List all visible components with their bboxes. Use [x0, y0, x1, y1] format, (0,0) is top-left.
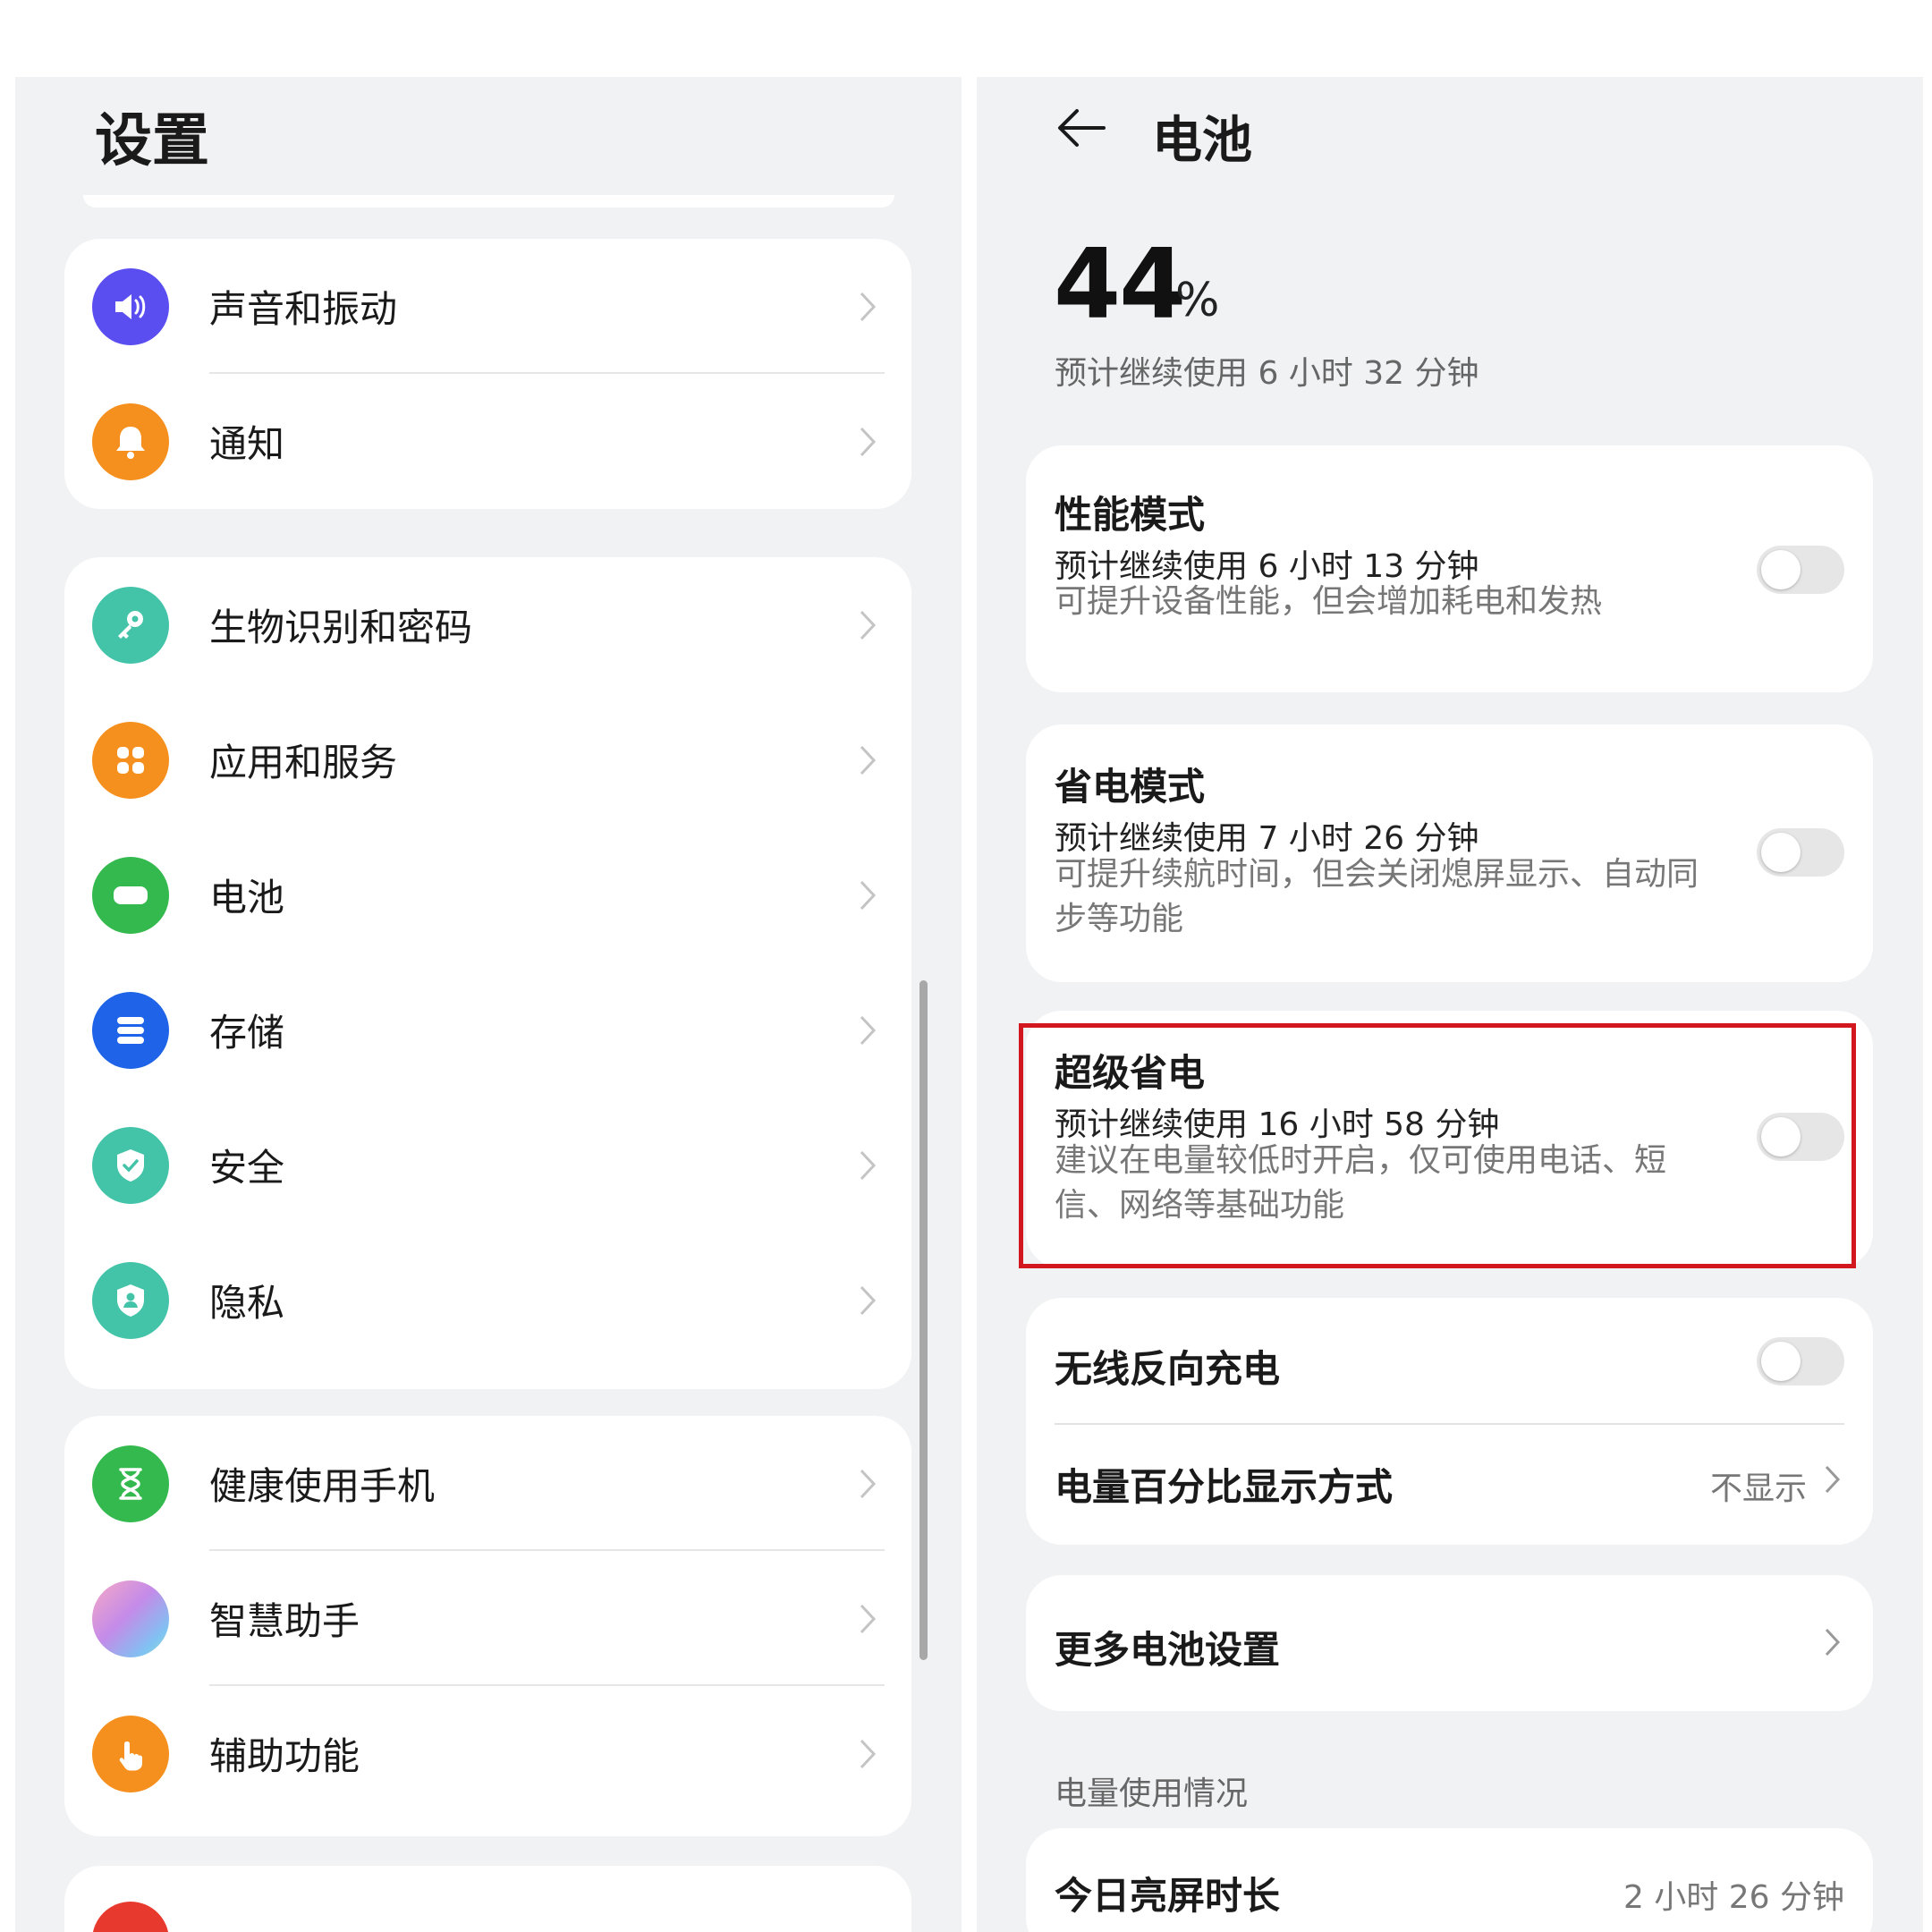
- reverse-charging-toggle[interactable]: [1757, 1337, 1844, 1385]
- settings-item-notifications[interactable]: 通知: [64, 374, 911, 509]
- settings-item-privacy[interactable]: 隐私: [64, 1233, 911, 1368]
- chevron-right-icon: [860, 1285, 877, 1316]
- ultra-saving-toggle[interactable]: [1757, 1113, 1844, 1161]
- percentage-display-value: 不显示: [1709, 1470, 1807, 1507]
- settings-item-label: 声音和振动: [209, 287, 398, 331]
- chevron-right-icon: [860, 292, 877, 322]
- settings-item-label: 通知: [209, 422, 285, 466]
- performance-mode-desc: 可提升设备性能，但会增加耗电和发热: [1055, 583, 1603, 620]
- chevron-right-icon: [860, 610, 877, 640]
- power-saving-desc: 可提升续航时间，但会关闭熄屏显示、自动同步等功能: [1055, 856, 1699, 937]
- ultra-saving-desc: 建议在电量较低时开启，仅可使用电话、短信、网络等基础功能: [1055, 1142, 1667, 1224]
- toggle-knob: [1761, 833, 1801, 872]
- shield-person-icon: [92, 1262, 169, 1339]
- page-title: 设置: [95, 108, 209, 174]
- charging-display-card: 无线反向充电 电量百分比显示方式 不显示: [1026, 1298, 1873, 1545]
- settings-item-digital-balance[interactable]: 健康使用手机: [64, 1416, 911, 1551]
- chevron-right-icon: [860, 1150, 877, 1181]
- settings-item-label: 应用和服务: [209, 741, 398, 784]
- next-item-icon: [92, 1902, 169, 1932]
- back-arrow-icon[interactable]: [1055, 102, 1107, 154]
- ultra-saving-title: 超级省电: [1055, 1051, 1206, 1095]
- toggle-knob: [1761, 1342, 1801, 1381]
- performance-mode-toggle[interactable]: [1757, 546, 1844, 594]
- hand-icon: [92, 1716, 169, 1792]
- toggle-knob: [1761, 550, 1801, 589]
- shield-check-icon: [92, 1127, 169, 1204]
- settings-group-2: 生物识别和密码 应用和服务 电池 存储 安全 隐私: [64, 557, 911, 1389]
- storage-icon: [92, 992, 169, 1069]
- settings-item-apps[interactable]: 应用和服务: [64, 692, 911, 827]
- chevron-right-icon: [860, 1604, 877, 1634]
- more-battery-settings[interactable]: 更多电池设置: [1026, 1575, 1873, 1711]
- toggle-knob: [1761, 1117, 1801, 1157]
- settings-item-label: 健康使用手机: [209, 1464, 436, 1508]
- settings-item-security[interactable]: 安全: [64, 1097, 911, 1233]
- search-bar-edge[interactable]: [83, 195, 894, 208]
- settings-item-label: 电池: [209, 876, 285, 919]
- settings-item-accessibility[interactable]: 辅助功能: [64, 1686, 911, 1821]
- screen-time-label: 今日亮屏时长: [1055, 1874, 1281, 1918]
- settings-item-label: 隐私: [209, 1281, 285, 1325]
- scrollbar[interactable]: [919, 980, 928, 1660]
- settings-group-4: [64, 1866, 911, 1932]
- settings-item-storage[interactable]: 存储: [64, 962, 911, 1097]
- settings-item-biometrics[interactable]: 生物识别和密码: [64, 557, 911, 692]
- settings-group-1: 声音和振动 通知: [64, 239, 911, 509]
- settings-item-label: 生物识别和密码: [209, 606, 473, 649]
- usage-section-label: 电量使用情况: [1055, 1775, 1249, 1812]
- apps-icon: [92, 722, 169, 799]
- settings-item-assistant[interactable]: 智慧助手: [64, 1551, 911, 1686]
- speaker-icon: [92, 268, 169, 345]
- settings-group-3: 健康使用手机 智慧助手 辅助功能: [64, 1416, 911, 1836]
- screen-time-value: 2 小时 26 分钟: [1623, 1879, 1844, 1916]
- bell-icon: [92, 403, 169, 480]
- more-battery-settings-label: 更多电池设置: [1055, 1628, 1281, 1672]
- settings-item-label: 辅助功能: [209, 1734, 360, 1778]
- power-saving-title: 省电模式: [1055, 765, 1206, 809]
- chevron-right-icon: [860, 880, 877, 911]
- performance-mode-card[interactable]: 性能模式 预计继续使用 6 小时 13 分钟 可提升设备性能，但会增加耗电和发热: [1026, 445, 1873, 692]
- chevron-right-icon: [860, 1015, 877, 1046]
- settings-item-label: 存储: [209, 1011, 285, 1055]
- settings-item-battery[interactable]: 电池: [64, 827, 911, 962]
- settings-item-label: 安全: [209, 1146, 285, 1190]
- assistant-icon: [92, 1580, 169, 1657]
- power-saving-toggle[interactable]: [1757, 828, 1844, 877]
- battery-icon: [92, 857, 169, 934]
- hourglass-icon: [92, 1445, 169, 1522]
- remaining-time: 预计继续使用 6 小时 32 分钟: [1055, 355, 1479, 392]
- percentage-display-row[interactable]: 电量百分比显示方式 不显示: [1026, 1425, 1873, 1545]
- percentage-display-label: 电量百分比显示方式: [1055, 1465, 1394, 1509]
- battery-percent: 44: [1054, 229, 1186, 341]
- chevron-right-icon: [860, 745, 877, 775]
- chevron-right-icon: [1825, 1628, 1841, 1657]
- performance-mode-title: 性能模式: [1055, 493, 1206, 537]
- chevron-right-icon: [860, 1739, 877, 1769]
- battery-percent-unit: %: [1175, 274, 1220, 327]
- battery-panel: 电池 44 % 预计继续使用 6 小时 32 分钟 性能模式 预计继续使用 6 …: [977, 77, 1923, 1932]
- power-saving-card[interactable]: 省电模式 预计继续使用 7 小时 26 分钟 可提升续航时间，但会关闭熄屏显示、…: [1026, 724, 1873, 982]
- chevron-right-icon: [1825, 1465, 1841, 1494]
- chevron-right-icon: [860, 1469, 877, 1499]
- settings-item-label: 智慧助手: [209, 1599, 360, 1643]
- settings-item-sound[interactable]: 声音和振动: [64, 239, 911, 374]
- screen-time-row[interactable]: 今日亮屏时长 2 小时 26 分钟: [1026, 1828, 1873, 1932]
- key-icon: [92, 587, 169, 664]
- settings-panel: 设置 声音和振动 通知 生物识别和密码 应用和服务 电池 存储 安全 隐私 健康…: [15, 77, 962, 1932]
- reverse-charging-label: 无线反向充电: [1055, 1347, 1281, 1391]
- ultra-saving-card[interactable]: 超级省电 预计继续使用 16 小时 58 分钟 建议在电量较低时开启，仅可使用电…: [1026, 1011, 1873, 1268]
- reverse-charging-row[interactable]: 无线反向充电: [1026, 1298, 1873, 1423]
- chevron-right-icon: [860, 427, 877, 457]
- page-title: 电池: [1152, 112, 1252, 170]
